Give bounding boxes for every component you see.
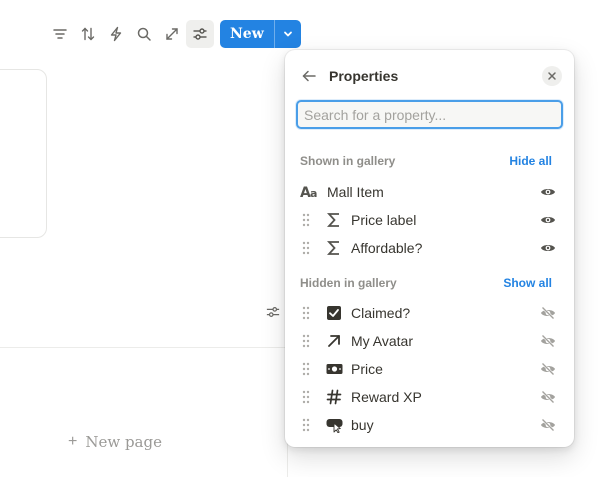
chevron-down-icon[interactable] xyxy=(273,20,301,48)
eye-icon[interactable] xyxy=(538,238,558,258)
currency-icon xyxy=(323,359,345,379)
property-label: My Avatar xyxy=(351,333,413,349)
eye-off-icon[interactable] xyxy=(538,415,558,435)
drag-handle-icon[interactable] xyxy=(297,238,315,258)
divider xyxy=(0,347,287,348)
property-row-claimed[interactable]: Claimed? xyxy=(297,299,565,327)
formula-icon xyxy=(323,210,345,230)
drag-handle-icon[interactable] xyxy=(297,331,315,351)
property-row-mall-item[interactable]: A a Mall Item xyxy=(297,178,565,206)
drag-handle-icon[interactable] xyxy=(297,210,315,230)
property-label: Price xyxy=(351,361,383,377)
eye-off-icon[interactable] xyxy=(538,387,558,407)
property-search-input[interactable] xyxy=(298,102,561,127)
close-icon[interactable] xyxy=(542,66,562,86)
hide-all-button[interactable]: Hide all xyxy=(509,154,552,168)
svg-text:a: a xyxy=(310,187,317,200)
checkbox-icon xyxy=(323,303,345,323)
title-icon: A a xyxy=(299,182,321,202)
card-settings-icon[interactable] xyxy=(264,303,282,321)
eye-off-icon[interactable] xyxy=(538,331,558,351)
property-label: Reward XP xyxy=(351,389,422,405)
show-all-button[interactable]: Show all xyxy=(503,276,552,290)
gallery-card[interactable] xyxy=(0,69,47,238)
property-row-my-avatar[interactable]: My Avatar xyxy=(297,327,565,355)
plus-icon: + xyxy=(68,433,78,450)
property-row-reward-xp[interactable]: Reward XP xyxy=(297,383,565,411)
shown-section-header: Shown in gallery Hide all xyxy=(300,152,552,170)
formula-icon xyxy=(323,238,345,258)
drag-handle-icon[interactable] xyxy=(297,303,315,323)
back-arrow-icon[interactable] xyxy=(297,64,321,88)
panel-title: Properties xyxy=(329,68,399,84)
button-icon xyxy=(323,415,345,435)
drag-handle-icon[interactable] xyxy=(297,359,315,379)
new-page-button[interactable]: + New page xyxy=(68,432,162,452)
property-label: Price label xyxy=(351,212,417,228)
properties-panel: Properties Shown in gallery Hide all A a… xyxy=(285,50,574,447)
sort-icon[interactable] xyxy=(74,20,102,48)
new-page-label: New page xyxy=(85,433,162,451)
property-label: Mall Item xyxy=(327,184,384,200)
view-toolbar: New xyxy=(46,20,301,48)
property-row-price-label[interactable]: Price label xyxy=(297,206,565,234)
automation-icon[interactable] xyxy=(102,20,130,48)
panel-header: Properties xyxy=(297,64,562,88)
search-icon[interactable] xyxy=(130,20,158,48)
new-button[interactable]: New xyxy=(220,20,274,48)
property-search xyxy=(296,100,563,129)
drag-handle-icon[interactable] xyxy=(297,387,315,407)
filter-icon[interactable] xyxy=(46,20,74,48)
property-label: Claimed? xyxy=(351,305,411,321)
hidden-section-title: Hidden in gallery xyxy=(300,276,397,290)
shown-section-title: Shown in gallery xyxy=(300,154,396,168)
property-label: buy xyxy=(351,417,374,433)
hidden-section-header: Hidden in gallery Show all xyxy=(300,274,552,292)
relation-arrow-icon xyxy=(323,331,345,351)
expand-icon[interactable] xyxy=(158,20,186,48)
settings-icon[interactable] xyxy=(186,20,214,48)
eye-off-icon[interactable] xyxy=(538,359,558,379)
property-row-price[interactable]: Price xyxy=(297,355,565,383)
property-row-buy[interactable]: buy xyxy=(297,411,565,439)
new-button-group: New xyxy=(220,20,301,48)
property-row-affordable[interactable]: Affordable? xyxy=(297,234,565,262)
eye-off-icon[interactable] xyxy=(538,303,558,323)
number-icon xyxy=(323,387,345,407)
eye-icon[interactable] xyxy=(538,182,558,202)
property-label: Affordable? xyxy=(351,240,423,256)
drag-handle-icon[interactable] xyxy=(297,415,315,435)
eye-icon[interactable] xyxy=(538,210,558,230)
